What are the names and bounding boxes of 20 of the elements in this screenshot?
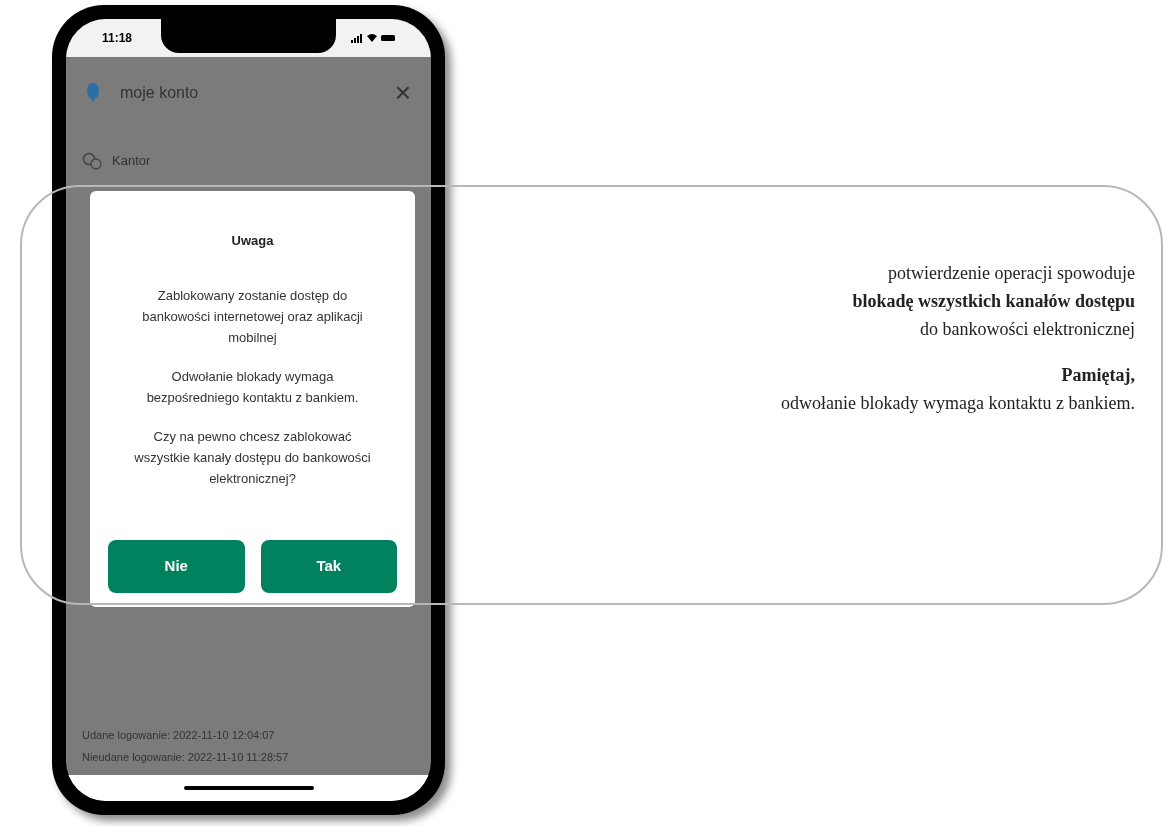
dialog-message: Odwołanie blokady wymaga bezpośredniego kontaktu z bankiem. <box>145 367 360 407</box>
callout-text: Pamiętaj, <box>1061 364 1135 387</box>
callout-text: potwierdzenie operacji spowoduje <box>888 262 1135 285</box>
callout-text: odwołanie blokady wymaga kontaktu z bankiem. <box>781 392 1135 415</box>
callout-text: blokadę wszystkich kanałów dostępu <box>852 290 1135 313</box>
dialog-button[interactable]: Nie <box>108 540 245 593</box>
header-title: moje konto <box>120 83 199 103</box>
callout-text: do bankowości elektronicznej <box>920 318 1135 341</box>
dialog-title: Uwaga <box>231 232 274 250</box>
dialog-message: Zablokowany zostanie dostęp do bankowości internetowej oraz aplikacji mobilnej <box>141 286 364 347</box>
close-button[interactable]: × <box>394 79 411 107</box>
balloon-icon <box>86 83 100 103</box>
menu-item[interactable]: Kantor <box>112 151 151 171</box>
coin-icon <box>82 151 102 170</box>
login-info: Nieudane logowanie: 2022-11-10 11:28:57 <box>82 749 290 765</box>
status-icons <box>351 33 395 43</box>
dialog-message: Czy na pewno chcesz zablokować wszystkie kanały dostępu do bankowości elektronicznej? <box>133 427 372 488</box>
dialog-button[interactable]: Tak <box>260 540 397 593</box>
status-time: 11:18 <box>102 30 133 47</box>
login-info: Udane logowanie: 2022-11-10 12:04:07 <box>82 728 276 743</box>
